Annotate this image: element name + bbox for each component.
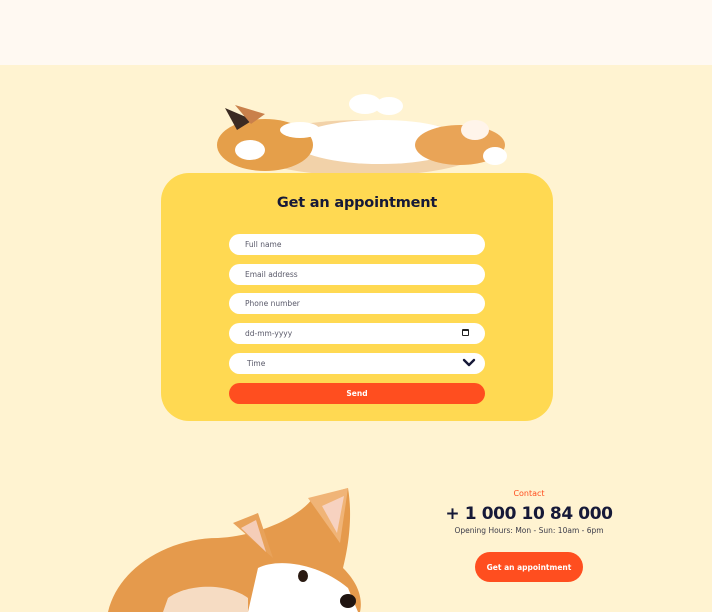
chevron-down-icon[interactable] [462,357,476,369]
corgi-portrait-image [108,488,361,612]
corgi-lying-image [215,94,507,181]
date-input[interactable]: dd-mm-yyyy [229,323,485,344]
contact-label: Contact [513,489,545,498]
get-appointment-button[interactable]: Get an appointment [475,552,583,582]
phone-placeholder: Phone number [245,299,300,308]
top-header-band [0,0,712,65]
phone-input[interactable]: Phone number [229,293,485,314]
appointment-title: Get an appointment [276,195,438,211]
email-input[interactable]: Email address [229,264,485,285]
opening-hours: Opening Hours: Mon - Sun: 10am - 6pm [454,526,604,535]
email-placeholder: Email address [245,270,298,279]
contact-phone: + 1 000 10 84 000 [445,504,613,524]
full-name-input[interactable]: Full name [229,234,485,255]
send-button[interactable]: Send [229,383,485,404]
date-placeholder: dd-mm-yyyy [245,329,293,338]
full-name-placeholder: Full name [245,240,282,249]
time-selected-value: Time [247,359,266,368]
calendar-icon[interactable] [462,329,469,336]
appointment-card: Get an appointment Full name Email addre… [161,173,553,421]
time-select[interactable]: Time [229,353,485,374]
